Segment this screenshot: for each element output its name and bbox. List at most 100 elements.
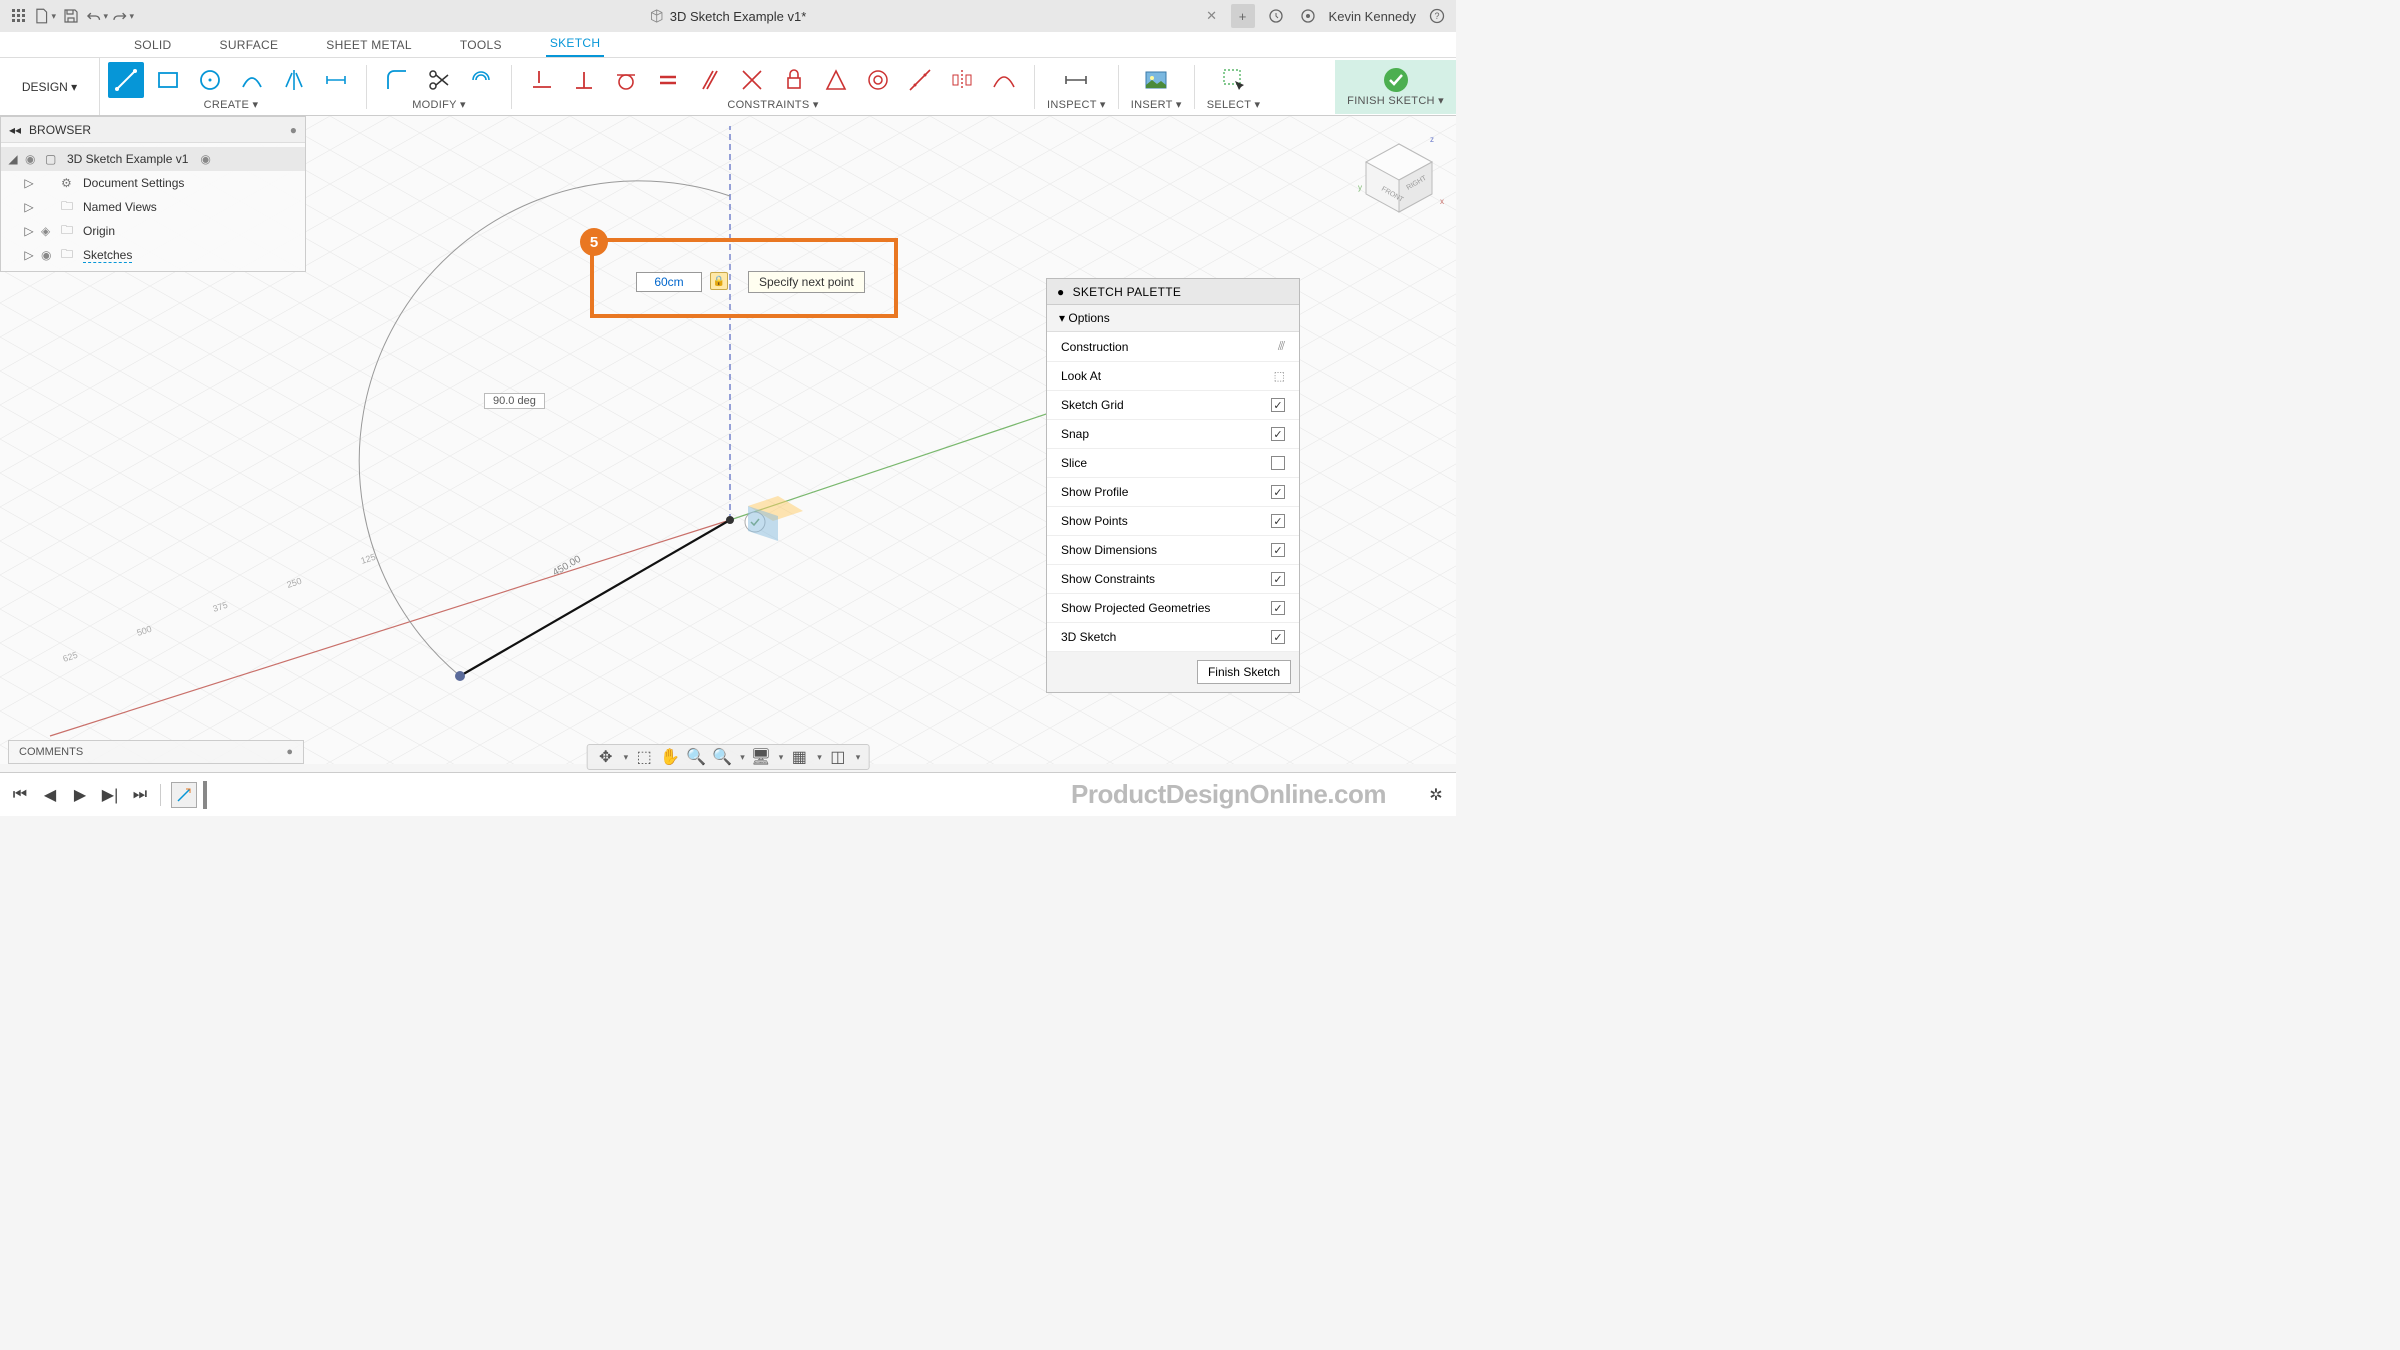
rectangle-tool[interactable] <box>150 62 186 98</box>
arc-tool[interactable] <box>234 62 270 98</box>
close-tab-icon[interactable]: ✕ <box>1203 7 1221 25</box>
lock-icon[interactable]: 🔒 <box>710 272 728 290</box>
visibility-icon[interactable]: ◉ <box>41 248 55 262</box>
checkbox[interactable] <box>1271 456 1285 470</box>
tree-root[interactable]: ◢ ◉ ▢ 3D Sketch Example v1 ◉ <box>1 147 305 171</box>
tab-sheetmetal[interactable]: SHEET METAL <box>322 33 416 57</box>
timeline-forward-icon[interactable]: ▶| <box>100 785 120 805</box>
help-icon[interactable]: ? <box>1426 5 1448 27</box>
checkbox[interactable] <box>1271 601 1285 615</box>
radio-icon[interactable]: ◉ <box>200 152 210 166</box>
option-icon[interactable]: ⬚ <box>1274 369 1285 383</box>
palette-row-snap[interactable]: Snap <box>1047 420 1299 449</box>
tab-surface[interactable]: SURFACE <box>216 33 283 57</box>
tree-item-origin[interactable]: ▷ ◈ 🗀 Origin <box>1 219 305 243</box>
expand-icon[interactable]: ◢ <box>7 152 19 166</box>
equal-constraint[interactable] <box>650 62 686 98</box>
collapse-icon[interactable]: ● <box>1057 285 1065 299</box>
checkbox[interactable] <box>1271 427 1285 441</box>
timeline-playhead[interactable] <box>203 781 207 809</box>
tangent-constraint[interactable] <box>608 62 644 98</box>
palette-options-section[interactable]: ▾ Options <box>1047 305 1299 332</box>
palette-row-show-projected-geometries[interactable]: Show Projected Geometries <box>1047 594 1299 623</box>
circle-tool[interactable] <box>192 62 228 98</box>
option-icon[interactable]: ⫻ <box>1278 339 1285 354</box>
lookat-icon[interactable]: ⬚ <box>634 747 654 767</box>
insert-image-tool[interactable] <box>1138 62 1174 98</box>
palette-row-show-constraints[interactable]: Show Constraints <box>1047 565 1299 594</box>
midpoint-constraint[interactable] <box>818 62 854 98</box>
checkbox[interactable] <box>1271 514 1285 528</box>
pin-comments-icon[interactable]: ● <box>286 746 293 758</box>
apps-grid-icon[interactable] <box>8 5 30 27</box>
collapse-browser-icon[interactable]: ◂◂ <box>9 123 21 137</box>
trim-tool[interactable] <box>421 62 457 98</box>
checkbox[interactable] <box>1271 630 1285 644</box>
new-tab-icon[interactable]: + <box>1231 4 1255 28</box>
checkbox[interactable] <box>1271 543 1285 557</box>
viewcube[interactable]: z x y FRONT RIGHT <box>1354 132 1444 222</box>
palette-row-look-at[interactable]: Look At⬚ <box>1047 362 1299 391</box>
pan-icon[interactable]: ✋ <box>660 747 680 767</box>
palette-row-show-dimensions[interactable]: Show Dimensions <box>1047 536 1299 565</box>
timeline-settings-icon[interactable]: ✲ <box>1426 785 1446 805</box>
extensions-icon[interactable] <box>1265 5 1287 27</box>
redo-icon[interactable]: ▾ <box>112 5 134 27</box>
tree-item-named-views[interactable]: ▷ 🗀 Named Views <box>1 195 305 219</box>
job-status-icon[interactable] <box>1297 5 1319 27</box>
pin-browser-icon[interactable]: ● <box>290 123 297 137</box>
comments-panel[interactable]: COMMENTS ● <box>8 740 304 764</box>
horizontal-constraint[interactable] <box>524 62 560 98</box>
visibility-icon[interactable]: ◈ <box>41 224 55 238</box>
fit-icon[interactable]: 🔍 <box>712 747 732 767</box>
fillet-tool[interactable] <box>379 62 415 98</box>
timeline-play-icon[interactable]: ▶ <box>70 785 90 805</box>
palette-row-show-profile[interactable]: Show Profile <box>1047 478 1299 507</box>
tab-sketch[interactable]: SKETCH <box>546 31 604 57</box>
concentric-constraint[interactable] <box>860 62 896 98</box>
palette-row-construction[interactable]: Construction⫻ <box>1047 332 1299 362</box>
measure-tool[interactable] <box>1058 62 1094 98</box>
symmetry-constraint[interactable] <box>944 62 980 98</box>
tab-solid[interactable]: SOLID <box>130 33 176 57</box>
visibility-icon[interactable]: ◉ <box>25 152 39 166</box>
timeline-sketch-feature[interactable] <box>171 782 197 808</box>
expand-icon[interactable]: ▷ <box>23 224 35 238</box>
dimension-input[interactable]: 60cm <box>636 272 702 292</box>
timeline-end-icon[interactable]: ⏭ <box>130 785 150 805</box>
finish-sketch-button[interactable]: FINISH SKETCH ▾ <box>1335 60 1456 114</box>
expand-icon[interactable]: ▷ <box>23 248 35 262</box>
gridview-icon[interactable]: ▦ <box>789 747 809 767</box>
new-file-icon[interactable]: ▾ <box>34 5 56 27</box>
display-icon[interactable]: 🖥 <box>751 747 771 767</box>
checkbox[interactable] <box>1271 485 1285 499</box>
parallel-constraint[interactable] <box>692 62 728 98</box>
viewports-icon[interactable]: ◫ <box>828 747 848 767</box>
workspace-switcher[interactable]: DESIGN ▾ <box>0 58 100 115</box>
checkbox[interactable] <box>1271 572 1285 586</box>
tab-tools[interactable]: TOOLS <box>456 33 506 57</box>
line-tool[interactable] <box>108 62 144 98</box>
expand-icon[interactable]: ▷ <box>23 200 35 214</box>
palette-row-slice[interactable]: Slice <box>1047 449 1299 478</box>
orbit-icon[interactable]: ✥ <box>596 747 616 767</box>
tree-item-sketches[interactable]: ▷ ◉ 🗀 Sketches <box>1 243 305 267</box>
timeline-back-icon[interactable]: ◀ <box>40 785 60 805</box>
checkbox[interactable] <box>1271 398 1285 412</box>
expand-icon[interactable]: ▷ <box>23 176 35 190</box>
timeline-start-icon[interactable]: ⏮ <box>10 785 30 805</box>
zoom-icon[interactable]: 🔍 <box>686 747 706 767</box>
user-name[interactable]: Kevin Kennedy <box>1329 9 1416 24</box>
palette-row-show-points[interactable]: Show Points <box>1047 507 1299 536</box>
palette-row-sketch-grid[interactable]: Sketch Grid <box>1047 391 1299 420</box>
select-tool[interactable] <box>1216 62 1252 98</box>
finish-sketch-palette-button[interactable]: Finish Sketch <box>1197 660 1291 684</box>
mirror-tool[interactable] <box>276 62 312 98</box>
fix-constraint[interactable] <box>776 62 812 98</box>
offset-tool[interactable] <box>463 62 499 98</box>
undo-icon[interactable]: ▾ <box>86 5 108 27</box>
palette-header[interactable]: ● SKETCH PALETTE <box>1047 279 1299 305</box>
save-icon[interactable] <box>60 5 82 27</box>
tree-item-document-settings[interactable]: ▷ ⚙ Document Settings <box>1 171 305 195</box>
curvature-constraint[interactable] <box>986 62 1022 98</box>
